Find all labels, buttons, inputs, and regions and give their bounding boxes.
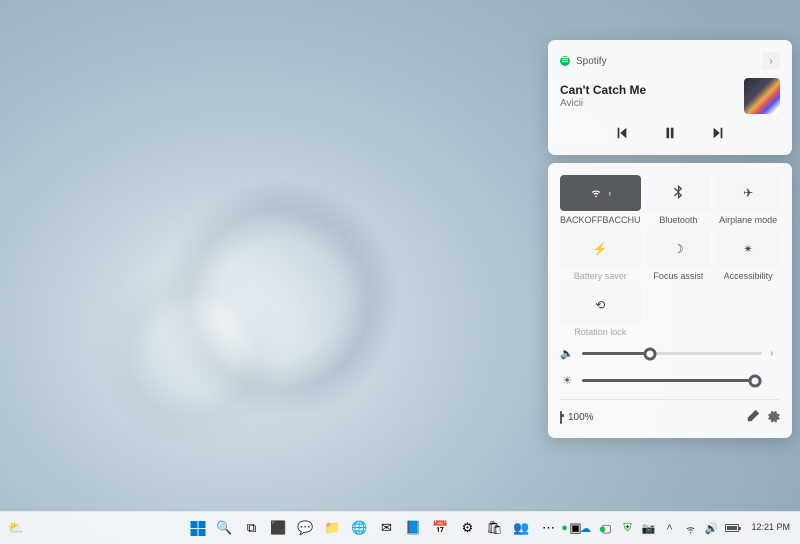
media-track-title: Can't Catch Me [560,83,736,97]
taskbar-more-button[interactable]: ⋯ [537,516,561,540]
qs-tile-bluetooth: Bluetooth [647,175,711,225]
taskbar-edge-button[interactable]: 🌐 [348,516,372,540]
brightness-slider-row: ☀ [560,374,780,387]
taskbar-store-button[interactable]: 🛍 [483,516,507,540]
next-button[interactable] [711,126,725,143]
speaker-icon: 🔈 [560,347,574,360]
volume-slider-row: 🔈 › [560,347,780,360]
tray-chevron-icon[interactable]: ˄ [661,520,677,536]
qs-button-rotation[interactable]: ⟲ [560,287,641,323]
qs-label: Accessibility [724,271,773,281]
qs-label: Battery saver [574,271,627,281]
tray-defender-icon[interactable]: ⛨ [619,520,635,536]
qs-label: Airplane mode [719,215,777,225]
weather-widget[interactable]: ⛅ [4,516,28,540]
media-control-card: Spotify › Can't Catch Me Avicii [548,40,792,155]
taskbar-terminal-button[interactable]: ▣ [564,516,588,540]
tray-battery-icon[interactable] [724,520,740,536]
taskbar-mail-button[interactable]: ✉ [375,516,399,540]
tray-wifi-icon[interactable] [682,520,698,536]
edit-quick-settings-button[interactable] [746,409,760,426]
taskbar-widgets-button[interactable]: ⬛ [267,516,291,540]
brightness-icon: ☀ [560,374,574,387]
volume-expand-button[interactable]: › [770,348,780,359]
qs-label: Focus assist [653,271,703,281]
qs-label: Bluetooth [659,215,697,225]
previous-button[interactable] [615,126,629,143]
media-expand-button[interactable]: › [762,52,780,70]
quick-settings-panel: › BACKOFFBACCHU Bluetooth ✈ Airplane mode ⚡ Ba… [548,163,792,438]
battery-saver-icon: ⚡ [593,242,608,256]
taskbar-clock[interactable]: 12:21 PM [745,523,796,533]
taskbar-word-button[interactable]: 📘 [402,516,426,540]
spotify-icon [560,56,570,66]
taskbar-start-button[interactable] [186,516,210,540]
qs-tile-airplane: ✈ Airplane mode [716,175,780,225]
qs-button-accessibility[interactable]: ✴ [716,231,780,267]
taskbar-calendar-button[interactable]: 📅 [429,516,453,540]
moon-icon: ☽ [673,242,684,256]
qs-button-battery-saver[interactable]: ⚡ [560,231,641,267]
tray-meet-now-icon[interactable]: 📷 [640,520,656,536]
qs-tile-rotation: ⟲ Rotation lock [560,287,641,337]
airplane-icon: ✈ [743,186,753,200]
taskbar-teams-button[interactable]: 👥 [510,516,534,540]
qs-tile-accessibility: ✴ Accessibility [716,231,780,281]
album-art [744,78,780,114]
media-app-name: Spotify [576,56,607,67]
taskbar-spotify-button[interactable]: ● [591,516,615,540]
rotation-icon: ⟲ [595,298,605,312]
qs-label: Rotation lock [574,327,626,337]
accessibility-icon: ✴ [743,242,753,256]
taskbar-task-view-button[interactable]: ⧉ [240,516,264,540]
qs-tile-wifi: › BACKOFFBACCHU [560,175,641,225]
wifi-icon [589,185,603,202]
taskbar-chat-button[interactable]: 💬 [294,516,318,540]
battery-percent: 100% [568,412,594,423]
settings-button[interactable] [766,409,780,426]
taskbar: ⛅ 🔍⧉⬛💬📁🌐✉📘📅⚙🛍👥⋯▣● ● ☁ ▢ ⛨ 📷 ˄ 🔊 12:21 PM [0,511,800,544]
qs-button-bluetooth[interactable] [647,175,711,211]
pause-button[interactable] [663,126,677,143]
qs-button-wifi[interactable]: › [560,175,641,211]
qs-button-airplane[interactable]: ✈ [716,175,780,211]
qs-button-moon[interactable]: ☽ [647,231,711,267]
tray-volume-icon[interactable]: 🔊 [703,520,719,536]
taskbar-search-button[interactable]: 🔍 [213,516,237,540]
qs-tile-moon: ☽ Focus assist [647,231,711,281]
qs-tile-battery-saver: ⚡ Battery saver [560,231,641,281]
battery-icon [560,412,562,423]
media-track-artist: Avicii [560,98,736,109]
chevron-right-icon: › [608,188,611,198]
taskbar-settings-button[interactable]: ⚙ [456,516,480,540]
flyout-stack: Spotify › Can't Catch Me Avicii › BACKOFF… [548,40,792,438]
bluetooth-icon [672,185,684,202]
volume-slider[interactable] [582,352,762,355]
qs-label: BACKOFFBACCHU [560,215,641,225]
brightness-slider[interactable] [582,379,762,382]
taskbar-explorer-button[interactable]: 📁 [321,516,345,540]
